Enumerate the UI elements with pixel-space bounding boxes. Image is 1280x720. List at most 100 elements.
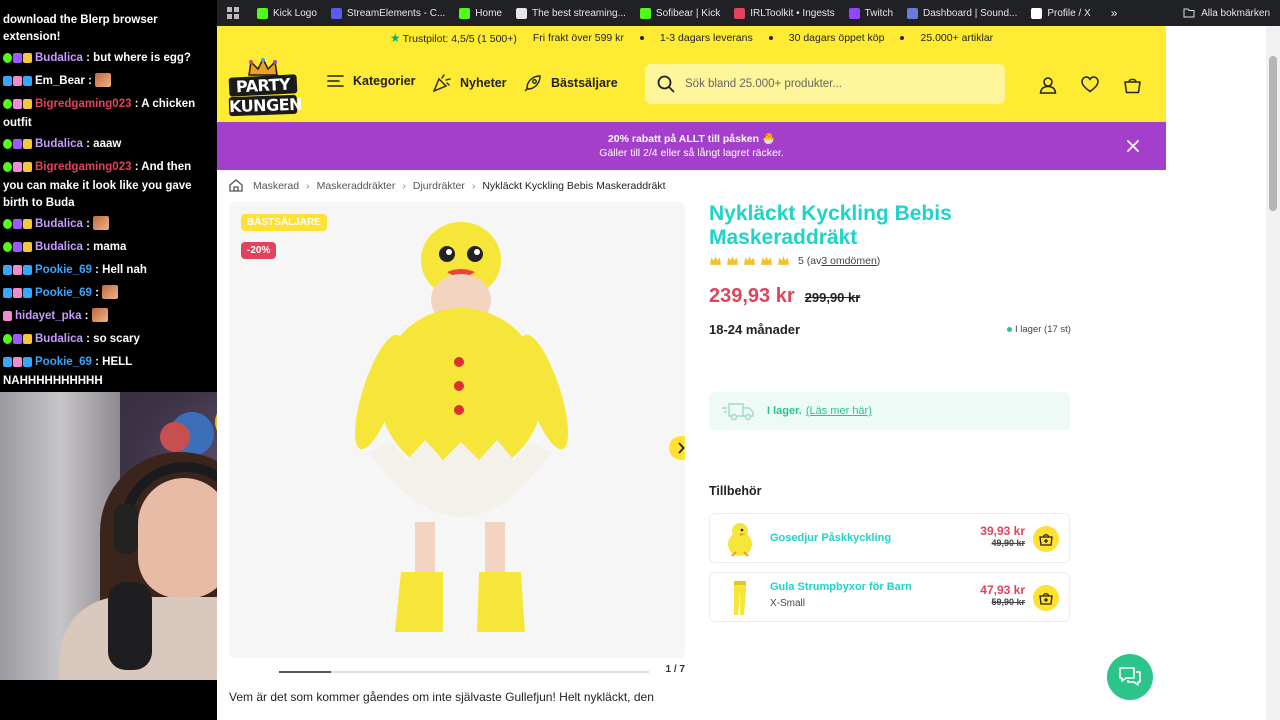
reviews-link[interactable]: 3 omdömen bbox=[821, 255, 876, 267]
bookmark-item[interactable]: IRLToolkit • Ingests bbox=[734, 7, 835, 19]
chat-separator: : bbox=[81, 310, 92, 322]
bookmark-label: StreamElements - C... bbox=[346, 7, 446, 19]
green-badge-icon bbox=[3, 162, 12, 172]
trustpilot-rating[interactable]: ★ Trustpilot: 4,5/5 (1 500+) bbox=[390, 31, 517, 45]
chat-message: Em_Bear : bbox=[3, 73, 214, 92]
accessory-original-price: 49,90 kr bbox=[991, 538, 1025, 548]
all-bookmarks-button[interactable]: Alla bokmärken bbox=[1183, 8, 1270, 19]
purple-badge-icon bbox=[13, 334, 22, 344]
bookmark-favicon-icon bbox=[515, 7, 527, 19]
apps-icon[interactable] bbox=[227, 7, 239, 19]
breadcrumb-link[interactable]: Maskeraddräkter bbox=[317, 180, 396, 192]
nav-nyheter[interactable]: Nyheter bbox=[432, 74, 507, 92]
chat-message: Pookie_69 : bbox=[3, 285, 214, 304]
accessory-price: 47,93 kr 59,90 kr bbox=[980, 583, 1025, 607]
chat-username[interactable]: Em_Bear bbox=[35, 75, 85, 87]
chat-username[interactable]: Bigredgaming023 bbox=[35, 98, 132, 110]
search-input[interactable] bbox=[685, 78, 985, 90]
bookmarks-bar: Kick Logo StreamElements - C... Home The be… bbox=[217, 0, 1280, 26]
chat-badges bbox=[3, 287, 33, 304]
accessory-item[interactable]: Gula Strumpbyxor för Barn X-Small 47,93 … bbox=[709, 572, 1070, 622]
rating-text-close: ) bbox=[876, 254, 881, 267]
bookmarks-overflow-button[interactable]: » bbox=[1111, 6, 1118, 20]
chat-username[interactable]: Budalica bbox=[35, 52, 83, 64]
product-gallery[interactable]: BÄSTSÄLJARE -20% bbox=[229, 202, 685, 658]
chat-separator: : bbox=[131, 161, 142, 173]
chat-username[interactable]: Pookie_69 bbox=[35, 264, 92, 276]
add-to-cart-button[interactable] bbox=[1033, 585, 1059, 611]
bookmark-item[interactable]: Home bbox=[459, 7, 502, 19]
nav-kategorier[interactable]: Kategorier bbox=[327, 74, 416, 88]
blue-badge-icon bbox=[23, 357, 32, 367]
customer-chat-button[interactable] bbox=[1107, 654, 1153, 700]
chat-badges bbox=[3, 356, 33, 373]
partykungen-logo[interactable]: PARTY KUNGEN bbox=[228, 58, 302, 117]
plush-chick-image bbox=[728, 523, 752, 557]
bookmark-item[interactable]: StreamElements - C... bbox=[330, 7, 446, 19]
add-to-cart-button[interactable] bbox=[1033, 526, 1059, 552]
accessory-name[interactable]: Gosedjur Påskkyckling bbox=[770, 532, 891, 544]
bookmark-favicon-icon bbox=[907, 7, 919, 19]
chat-badges bbox=[3, 52, 33, 69]
chat-message: Budalica : so scary bbox=[3, 331, 214, 350]
home-icon[interactable] bbox=[229, 179, 243, 192]
purple-badge-icon bbox=[13, 53, 22, 63]
nav-bastsaljare[interactable]: Bästsäljare bbox=[523, 74, 618, 92]
crown-star-icon bbox=[727, 256, 738, 265]
chat-username[interactable]: Pookie_69 bbox=[35, 287, 92, 299]
gallery-progress-fill bbox=[279, 671, 331, 673]
chat-username[interactable]: Pookie_69 bbox=[35, 356, 92, 368]
accessory-name[interactable]: Gula Strumpbyxor för Barn bbox=[770, 581, 912, 593]
delivery-read-more-link[interactable]: (Läs mer här) bbox=[806, 405, 872, 417]
breadcrumb-link[interactable]: Maskerad bbox=[253, 180, 299, 192]
original-price: 299,90 kr bbox=[804, 290, 861, 305]
page-scrollbar[interactable] bbox=[1266, 26, 1280, 720]
chat-username[interactable]: Budalica bbox=[35, 138, 83, 150]
product-title: Nykläckt Kyckling Bebis Maskeraddräkt bbox=[709, 202, 952, 249]
chat-username[interactable]: Bigredgaming023 bbox=[35, 161, 132, 173]
accessories-heading: Tillbehör bbox=[709, 484, 762, 498]
chat-username[interactable]: hidayet_pka bbox=[15, 310, 81, 322]
product-description: Vem är det som kommer gåendes om inte sj… bbox=[229, 690, 654, 704]
blue-badge-icon bbox=[3, 265, 12, 275]
chat-message: hidayet_pka : bbox=[3, 308, 214, 327]
bookmark-label: IRLToolkit • Ingests bbox=[750, 7, 835, 19]
crown-star-icon bbox=[761, 256, 772, 265]
bookmark-item[interactable]: Twitch bbox=[848, 7, 893, 19]
chat-separator: : bbox=[91, 264, 103, 276]
account-icon[interactable] bbox=[1039, 76, 1057, 94]
search-bar[interactable] bbox=[645, 64, 1005, 104]
bookmark-item[interactable]: Profile / X bbox=[1031, 7, 1091, 19]
chat-separator: : bbox=[82, 241, 94, 253]
crown-star-icon bbox=[744, 256, 755, 265]
chat-username[interactable]: Budalica bbox=[35, 333, 83, 345]
pink-badge-icon bbox=[13, 265, 22, 275]
chat-username[interactable]: Budalica bbox=[35, 218, 83, 230]
scrollbar-thumb[interactable] bbox=[1269, 56, 1277, 211]
chat-separator: : bbox=[82, 52, 94, 64]
chat-text: mama bbox=[93, 241, 127, 253]
chat-separator: : bbox=[91, 287, 103, 299]
chat-username[interactable]: Budalica bbox=[35, 241, 83, 253]
bookmark-label: Kick Logo bbox=[273, 7, 317, 19]
chat-bubble-icon bbox=[1119, 667, 1141, 686]
chat-separator: : bbox=[82, 138, 94, 150]
bookmark-item[interactable]: Kick Logo bbox=[257, 7, 317, 19]
gallery-progress-track bbox=[279, 671, 649, 673]
purple-badge-icon bbox=[13, 242, 22, 252]
bookmark-item[interactable]: Sofibear | Kick bbox=[639, 7, 720, 19]
chat-message: Budalica : aaaw bbox=[3, 136, 214, 155]
bookmark-item[interactable]: Dashboard | Sound... bbox=[907, 7, 1017, 19]
close-icon[interactable] bbox=[1126, 139, 1140, 153]
breadcrumb-link[interactable]: Djurdräkter bbox=[413, 180, 465, 192]
bookmark-item[interactable]: The best streaming... bbox=[515, 7, 626, 19]
bookmark-favicon-icon bbox=[330, 7, 342, 19]
rocket-icon bbox=[524, 75, 541, 92]
gold-badge-icon bbox=[23, 99, 32, 109]
bookmark-favicon-icon bbox=[639, 7, 651, 19]
cart-icon[interactable] bbox=[1123, 76, 1142, 94]
chat-emote-icon bbox=[91, 308, 108, 322]
wishlist-heart-icon[interactable] bbox=[1081, 76, 1099, 93]
accessory-item[interactable]: Gosedjur Påskkyckling 39,93 kr 49,90 kr bbox=[709, 513, 1070, 563]
crown-star-icon bbox=[710, 256, 721, 265]
